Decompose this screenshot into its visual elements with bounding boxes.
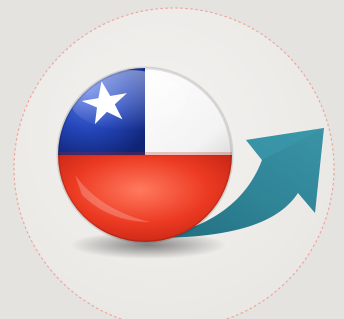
chile-growth-illustration — [13, 7, 335, 319]
illustration-canvas — [0, 0, 344, 319]
